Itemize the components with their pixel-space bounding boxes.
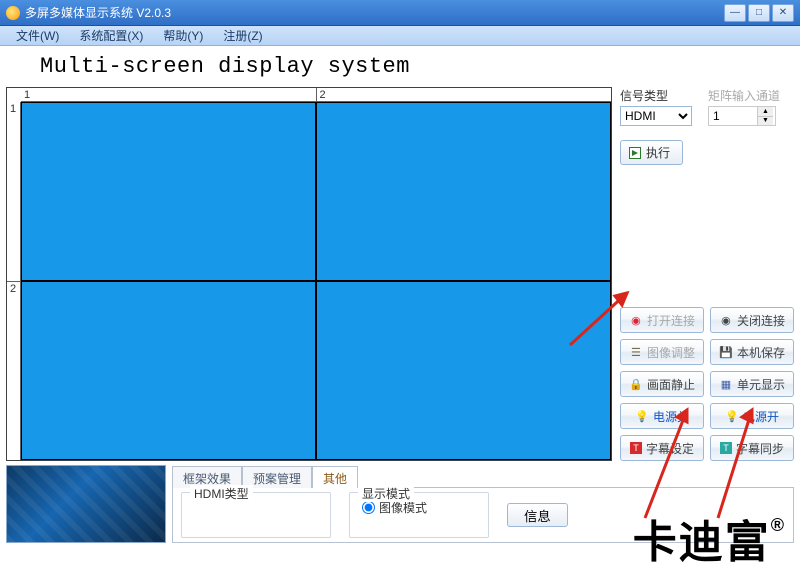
tabs-panel: 框架效果 预案管理 其他 HDMI类型 显示模式 图像模式 信息 xyxy=(172,465,794,543)
window-controls: — □ ✕ xyxy=(724,4,794,22)
spinner-down-icon[interactable]: ▼ xyxy=(757,116,773,126)
matrix-channel-spinner[interactable]: ▲ ▼ xyxy=(708,106,776,126)
spinner-up-icon[interactable]: ▲ xyxy=(757,107,773,116)
bottom-row: 框架效果 预案管理 其他 HDMI类型 显示模式 图像模式 信息 xyxy=(0,461,800,543)
bulb-off-icon: 💡 xyxy=(635,409,649,423)
maximize-button[interactable]: □ xyxy=(748,4,770,22)
page-heading: Multi-screen display system xyxy=(0,46,800,87)
grid-icon: ▦ xyxy=(719,377,733,391)
ruler-left: 1 2 xyxy=(7,102,21,460)
screen-cell-1-2[interactable] xyxy=(316,102,611,281)
window-title: 多屏多媒体显示系统 V2.0.3 xyxy=(25,4,724,21)
subtitle-sync-icon: T xyxy=(720,442,732,454)
image-mode-radio-input[interactable] xyxy=(362,501,375,514)
image-adjust-label: 图像调整 xyxy=(647,344,695,361)
matrix-channel-label: 矩阵输入通道 xyxy=(708,87,780,104)
side-panel: 信号类型 HDMI 矩阵输入通道 ▲ ▼ 执行 xyxy=(620,87,794,461)
power-off-button[interactable]: 💡 电源关 xyxy=(620,403,704,429)
subtitle-set-button[interactable]: T 字幕设定 xyxy=(620,435,704,461)
close-connection-button[interactable]: ◉ 关闭连接 xyxy=(710,307,794,333)
open-connection-button[interactable]: ◉ 打开连接 xyxy=(620,307,704,333)
close-connection-label: 关闭连接 xyxy=(737,312,785,329)
matrix-channel-input[interactable] xyxy=(709,107,757,125)
unit-display-button[interactable]: ▦ 单元显示 xyxy=(710,371,794,397)
main-area: 1 2 1 2 信号类型 HDMI 矩阵输入通道 xyxy=(0,87,800,461)
info-button[interactable]: 信息 xyxy=(507,503,568,527)
menu-file[interactable]: 文件(W) xyxy=(6,27,69,44)
open-connection-label: 打开连接 xyxy=(647,312,695,329)
hdmi-type-legend: HDMI类型 xyxy=(190,485,253,502)
power-off-label: 电源关 xyxy=(653,408,689,425)
signal-type-select[interactable]: HDMI xyxy=(620,106,692,126)
subtitle-sync-button[interactable]: T 字幕同步 xyxy=(710,435,794,461)
hdmi-type-group: HDMI类型 xyxy=(181,492,331,538)
freeze-button[interactable]: 🔒 画面静止 xyxy=(620,371,704,397)
sliders-icon: ☰ xyxy=(629,345,643,359)
close-button[interactable]: ✕ xyxy=(772,4,794,22)
display-grid[interactable]: 1 2 1 2 xyxy=(6,87,612,461)
screen-cell-1-1[interactable] xyxy=(21,102,316,281)
titlebar: 多屏多媒体显示系统 V2.0.3 — □ ✕ xyxy=(0,0,800,26)
tabs: 框架效果 预案管理 其他 xyxy=(172,465,794,487)
execute-label: 执行 xyxy=(646,144,670,161)
execute-button[interactable]: 执行 xyxy=(620,140,683,165)
lock-icon: 🔒 xyxy=(629,377,643,391)
ruler-row-1: 1 xyxy=(7,102,20,282)
local-save-button[interactable]: 💾 本机保存 xyxy=(710,339,794,365)
minimize-button[interactable]: — xyxy=(724,4,746,22)
ruler-top: 1 2 xyxy=(21,88,611,102)
ruler-row-2: 2 xyxy=(7,282,20,461)
subtitle-set-label: 字幕设定 xyxy=(646,440,694,457)
menu-config[interactable]: 系统配置(X) xyxy=(69,27,153,44)
thumbnail-image xyxy=(6,465,166,543)
control-button-grid: ◉ 打开连接 ◉ 关闭连接 ☰ 图像调整 💾 本机保存 🔒 画面静止 ▦ 单元显 xyxy=(620,307,794,461)
unit-display-label: 单元显示 xyxy=(737,376,785,393)
signal-type-label: 信号类型 xyxy=(620,87,692,104)
bulb-on-icon: 💡 xyxy=(725,409,739,423)
menu-register[interactable]: 注册(Z) xyxy=(213,27,272,44)
display-mode-legend: 显示模式 xyxy=(358,485,414,502)
screen-grid xyxy=(21,102,611,460)
subtitle-set-icon: T xyxy=(630,442,642,454)
display-mode-group: 显示模式 图像模式 xyxy=(349,492,489,538)
screen-cell-2-1[interactable] xyxy=(21,281,316,460)
ruler-col-2: 2 xyxy=(317,88,612,101)
tab-other[interactable]: 其他 xyxy=(312,466,358,488)
app-icon xyxy=(6,6,20,20)
record-icon: ◉ xyxy=(629,313,643,327)
save-icon: 💾 xyxy=(719,345,733,359)
power-on-button[interactable]: 💡 电源开 xyxy=(710,403,794,429)
power-on-label: 电源开 xyxy=(743,408,779,425)
screen-cell-2-2[interactable] xyxy=(316,281,611,460)
image-adjust-button[interactable]: ☰ 图像调整 xyxy=(620,339,704,365)
menu-help[interactable]: 帮助(Y) xyxy=(153,27,213,44)
menubar: 文件(W) 系统配置(X) 帮助(Y) 注册(Z) xyxy=(0,26,800,46)
ruler-col-1: 1 xyxy=(21,88,317,101)
play-icon xyxy=(629,147,641,159)
tabs-body: HDMI类型 显示模式 图像模式 信息 xyxy=(172,487,794,543)
freeze-label: 画面静止 xyxy=(647,376,695,393)
stop-icon: ◉ xyxy=(719,313,733,327)
subtitle-sync-label: 字幕同步 xyxy=(736,440,784,457)
local-save-label: 本机保存 xyxy=(737,344,785,361)
